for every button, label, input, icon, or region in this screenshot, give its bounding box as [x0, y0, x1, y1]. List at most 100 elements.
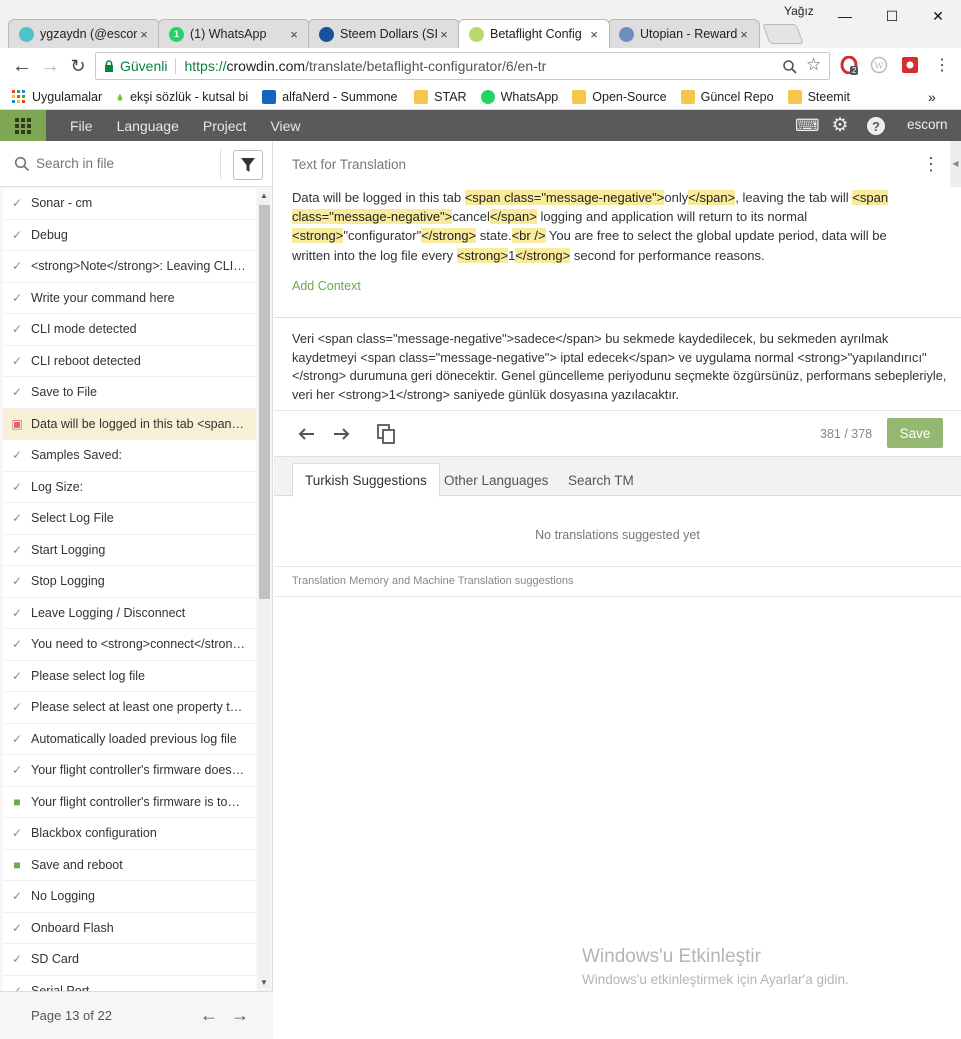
menu-file[interactable]: File: [70, 118, 93, 134]
address-bar[interactable]: Güvenli https://crowdin.com/translate/be…: [95, 52, 830, 80]
windows-user-name[interactable]: Yağız: [784, 4, 814, 18]
list-item[interactable]: ■ Save and reboot: [3, 849, 256, 881]
list-item[interactable]: ✓ No Logging: [3, 881, 256, 913]
list-item[interactable]: ✓ Write your command here: [3, 282, 256, 314]
more-bookmarks-chevron-icon[interactable]: »: [928, 89, 936, 105]
undo-arrow-icon[interactable]: [294, 421, 320, 447]
menu-language[interactable]: Language: [117, 118, 179, 134]
list-item[interactable]: ✓ Debug: [3, 219, 256, 251]
bookmark-steemit-folder[interactable]: Steemit: [787, 89, 850, 104]
bookmark-star-folder[interactable]: STAR: [414, 89, 467, 104]
bookmark-guncel-repo-folder[interactable]: Güncel Repo: [680, 89, 774, 104]
previous-page-arrow-icon[interactable]: ←: [200, 1005, 218, 1026]
translation-textarea[interactable]: Veri <span class="message-negative">sade…: [292, 330, 947, 404]
reload-icon[interactable]: ↻: [64, 56, 92, 77]
save-button[interactable]: Save: [887, 418, 943, 448]
search-input[interactable]: [36, 156, 216, 171]
menu-project[interactable]: Project: [203, 118, 247, 134]
bookmark-apps[interactable]: Uygulamalar: [12, 89, 102, 104]
source-tag[interactable]: </strong>: [421, 228, 477, 244]
new-tab-button[interactable]: [762, 24, 804, 44]
add-context-link[interactable]: Add Context: [292, 279, 361, 293]
minimize-button[interactable]: —: [822, 2, 868, 30]
gear-icon[interactable]: ⚙: [830, 116, 850, 136]
no-suggestions-message: No translations suggested yet: [535, 528, 700, 542]
source-tag[interactable]: <br />: [511, 228, 546, 244]
source-tag[interactable]: </span>: [688, 190, 736, 205]
list-item[interactable]: ✓ Your flight controller's firmware does …: [3, 755, 256, 787]
next-page-arrow-icon[interactable]: →: [231, 1005, 249, 1026]
filter-button[interactable]: [233, 150, 263, 180]
red-extension-icon[interactable]: [899, 54, 921, 76]
bookmark-eksi-sozluk[interactable]: ekşi sözlük - kutsal bi: [116, 90, 248, 104]
bookmark-alfanerd[interactable]: alfaNerd - Summone: [262, 89, 400, 104]
source-tag[interactable]: </span>: [489, 209, 537, 225]
list-item[interactable]: ✓ Select Log File: [3, 503, 256, 535]
scroll-up-arrow-icon[interactable]: ▲: [260, 191, 268, 200]
bookmark-whatsapp[interactable]: WhatsApp: [480, 89, 558, 104]
list-item[interactable]: ✓ Leave Logging / Disconnect: [3, 597, 256, 629]
more-options-icon[interactable]: ⋮: [922, 154, 940, 175]
list-item[interactable]: ✓ SD Card: [3, 944, 256, 976]
tab-close-icon[interactable]: ×: [137, 27, 151, 42]
list-item[interactable]: ✓ Automatically loaded previous log file: [3, 723, 256, 755]
list-item[interactable]: ✓ Serial Port: [3, 975, 256, 991]
scroll-down-arrow-icon[interactable]: ▼: [260, 978, 268, 987]
check-icon: ✓: [11, 605, 23, 620]
list-item[interactable]: ✓ Samples Saved:: [3, 440, 256, 472]
tab-close-icon[interactable]: ×: [587, 27, 601, 42]
tab-search-tm[interactable]: Search TM: [556, 463, 646, 497]
list-item[interactable]: ✓ Please select at least one property to …: [3, 692, 256, 724]
user-menu[interactable]: escorn: [907, 117, 948, 132]
zoom-search-icon[interactable]: [782, 59, 798, 75]
source-tag[interactable]: <strong>: [456, 247, 509, 263]
list-item[interactable]: ✓ CLI reboot detected: [3, 345, 256, 377]
list-item[interactable]: ✓ Sonar - cm: [3, 188, 256, 220]
chrome-menu-icon[interactable]: ⋮: [931, 54, 953, 76]
list-item[interactable]: ✓ Onboard Flash: [3, 912, 256, 944]
back-arrow-icon[interactable]: ←: [8, 55, 36, 78]
list-item[interactable]: ✓ <strong>Note</strong>: Leaving CLI tab: [3, 251, 256, 283]
list-item[interactable]: ✓ Please select log file: [3, 660, 256, 692]
list-item[interactable]: ✓ Start Logging: [3, 534, 256, 566]
tab-other-languages[interactable]: Other Languages: [432, 463, 560, 497]
list-item-label: Debug: [31, 227, 68, 242]
keyboard-icon[interactable]: ⌨: [795, 116, 820, 136]
source-tag[interactable]: </strong>: [515, 247, 571, 263]
app-grid-menu-icon[interactable]: [0, 110, 46, 141]
list-item[interactable]: ✓ Stop Logging: [3, 566, 256, 598]
list-item[interactable]: ✓ Save to File: [3, 377, 256, 409]
forward-arrow-icon[interactable]: →: [36, 55, 64, 78]
redo-arrow-icon[interactable]: [328, 421, 354, 447]
source-tag[interactable]: <span class="message-negative">: [464, 190, 665, 205]
tab-close-icon[interactable]: ×: [737, 27, 751, 42]
browser-tab-whatsapp[interactable]: 1 (1) WhatsApp ×: [158, 19, 310, 48]
bookmark-star-icon[interactable]: ☆: [806, 55, 821, 75]
browser-tab-utopian[interactable]: Utopian - Reward ×: [608, 19, 760, 48]
list-item[interactable]: ■ Your flight controller's firmware is to…: [3, 786, 256, 818]
copy-source-icon[interactable]: [373, 421, 399, 447]
tab-label: Betaflight Config: [490, 27, 582, 41]
list-item[interactable]: ✓ Log Size:: [3, 471, 256, 503]
browser-tab-twitter[interactable]: ygzaydn (@escorn ×: [8, 19, 160, 48]
tab-close-icon[interactable]: ×: [437, 27, 451, 42]
list-item[interactable]: ✓ You need to <strong>connect</strong> fi…: [3, 629, 256, 661]
wordpress-extension-icon[interactable]: W: [868, 54, 890, 76]
list-item[interactable]: ✓ CLI mode detected: [3, 314, 256, 346]
side-panel-toggle-icon[interactable]: ◀: [950, 141, 961, 187]
list-item[interactable]: ✓ Blackbox configuration: [3, 818, 256, 850]
url-text[interactable]: https://crowdin.com/translate/betaflight…: [184, 58, 546, 74]
help-icon[interactable]: ?: [866, 116, 886, 136]
browser-tab-betaflight[interactable]: Betaflight Config ×: [458, 19, 610, 48]
scrollbar-thumb[interactable]: [259, 205, 270, 599]
bookmark-open-source-folder[interactable]: Open-Source: [572, 89, 667, 104]
tab-close-icon[interactable]: ×: [287, 27, 301, 42]
menu-view[interactable]: View: [270, 118, 300, 134]
browser-tab-steem-dollars[interactable]: Steem Dollars (SI ×: [308, 19, 460, 48]
maximize-button[interactable]: ☐: [869, 2, 915, 30]
tab-turkish-suggestions[interactable]: Turkish Suggestions: [292, 463, 440, 497]
list-item[interactable]: ▣ Data will be logged in this tab <span c…: [3, 408, 256, 440]
close-window-button[interactable]: ✕: [915, 2, 961, 30]
opera-extension-icon[interactable]: 2: [838, 54, 860, 76]
source-tag[interactable]: <strong>: [292, 228, 344, 244]
